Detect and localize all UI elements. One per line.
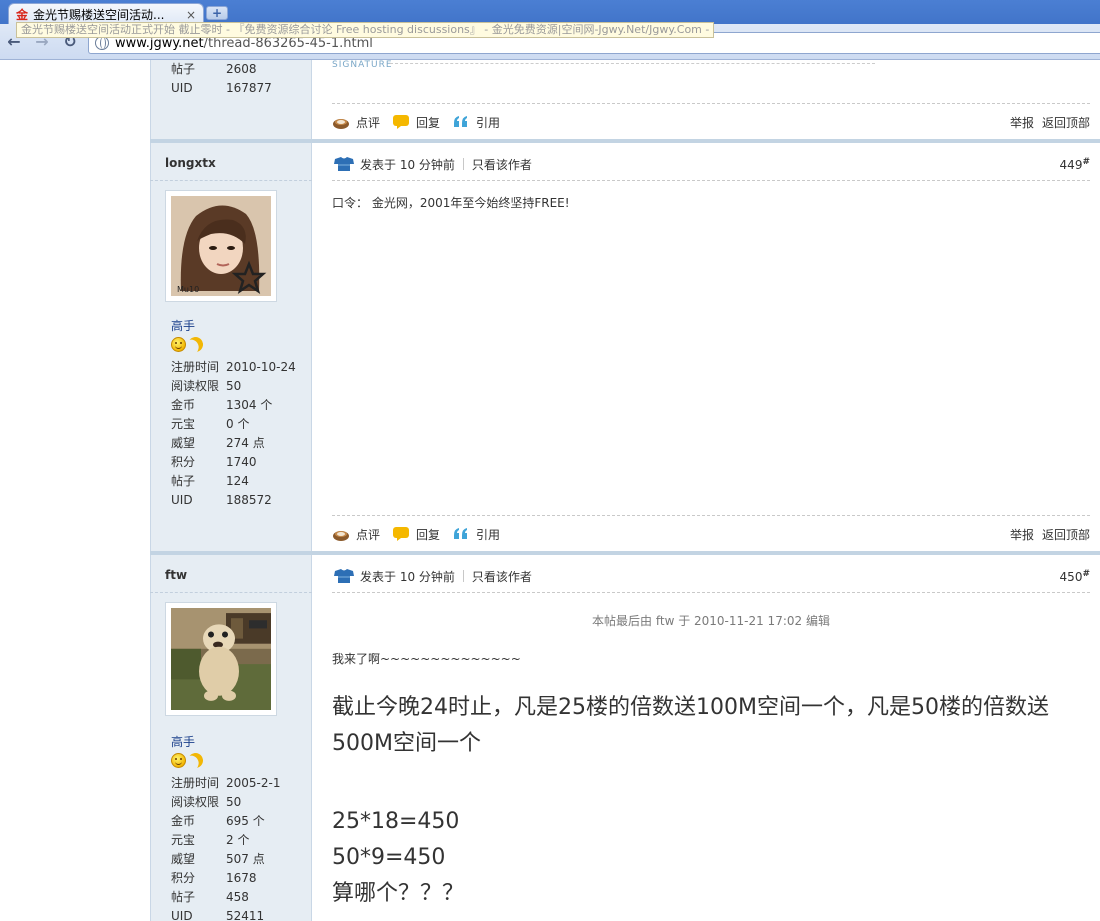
speech-bubble-icon <box>392 526 412 542</box>
user-stats: 注册时间 2005-2-1 阅读权限 50 金币 695 个 元宝 2 个 威望 507 … <box>171 774 311 921</box>
smiley-icon <box>171 753 186 768</box>
comment-button[interactable]: 点评 <box>332 114 380 131</box>
floor-number[interactable]: 450# <box>1060 569 1090 584</box>
quote-button[interactable]: 引用 <box>452 114 500 131</box>
post-body-question: 算哪个？？？ <box>332 881 465 906</box>
tab-strip: 金 金光节赐楼送空间活动... × + <box>0 0 1100 25</box>
stat-row: 阅读权限 50 <box>171 379 242 393</box>
stat-row: 积分 1678 <box>171 871 257 885</box>
username-divider <box>150 592 312 593</box>
comment-button[interactable]: 点评 <box>332 526 380 543</box>
user-stats: 注册时间 2010-10-24 阅读权限 50 金币 1304 个 元宝 0 个 威望 2… <box>171 358 311 510</box>
signature-divider <box>390 63 875 64</box>
signature-label: SIGNATURE <box>332 60 393 70</box>
back-to-top-link[interactable]: 返回顶部 <box>1042 114 1090 131</box>
post-time: 发表于 10 分钟前 <box>360 569 455 584</box>
rank-stars <box>171 753 211 769</box>
stat-row: 金币 695 个 <box>171 814 265 828</box>
post-author-username[interactable]: ftw <box>165 568 187 582</box>
stat-row: 注册时间 2010-10-24 <box>171 360 296 374</box>
tab-tooltip: 金光节赐楼送空间活动正式开始 截止零时 - 『免费资源综合讨论 Free hos… <box>16 22 715 38</box>
stat-row: 金币 1304 个 <box>171 398 273 412</box>
post-time: 发表于 10 分钟前 <box>360 157 455 172</box>
reply-button[interactable]: 回复 <box>392 114 440 131</box>
stat-row: 元宝 0 个 <box>171 417 250 431</box>
post-divider <box>332 103 1090 104</box>
quote-button[interactable]: 引用 <box>452 526 500 543</box>
post-actions: 点评 回复 引用 举报 返回顶部 <box>332 112 1090 132</box>
header-separator <box>462 570 464 582</box>
forum-thread-page: 帖子 2608 UID 167877 SIGNATURE 点评 回复 引用 举报 返… <box>0 60 1100 921</box>
stat-row: 威望 274 点 <box>171 436 265 450</box>
site-favicon-icon: 金 <box>15 7 28 22</box>
header-separator <box>462 158 464 170</box>
stat-row: 帖子 458 <box>171 890 249 904</box>
avatar-image: Mu10 <box>171 196 271 296</box>
post-header-divider <box>332 180 1090 181</box>
author-only-link[interactable]: 只看该作者 <box>472 568 532 585</box>
avatar[interactable] <box>165 602 277 716</box>
post-separator <box>150 551 1100 555</box>
post-body-calc-1: 25*18=450 <box>332 809 460 834</box>
speech-bubble-icon <box>392 114 412 130</box>
post-separator <box>150 139 1100 143</box>
report-link[interactable]: 举报 <box>1010 114 1034 131</box>
coffee-cup-icon <box>332 114 352 130</box>
post-body-line: 我来了啊~~~~~~~~~~~~~~ <box>332 652 521 666</box>
online-monitor-icon <box>332 567 356 585</box>
avatar-image <box>171 608 271 710</box>
top-user-stats: 帖子 2608 UID 167877 <box>171 60 311 98</box>
online-monitor-icon <box>332 155 356 173</box>
quote-icon <box>452 526 472 542</box>
floor-number[interactable]: 449# <box>1060 157 1090 172</box>
post-body-announcement: 截止今晚24时止，凡是25楼的倍数送100M空间一个，凡是50楼的倍数送500M… <box>332 695 1049 756</box>
post-body-calc-2: 50*9=450 <box>332 845 446 870</box>
post-body: 口令： 金光网，2001年至今始终坚持FREE! <box>332 196 570 210</box>
stat-row: 注册时间 2005-2-1 <box>171 776 281 790</box>
smiley-icon <box>171 337 186 352</box>
post-author-username[interactable]: longxtx <box>165 156 216 170</box>
post-header-divider <box>332 592 1090 593</box>
stat-row: 元宝 2 个 <box>171 833 250 847</box>
user-rank[interactable]: 高手 <box>171 317 195 334</box>
coffee-cup-icon <box>332 526 352 542</box>
post-actions-right: 举报 返回顶部 <box>1010 526 1090 543</box>
post-header: 发表于 10 分钟前 只看该作者 450# <box>332 565 1090 587</box>
tab-title: 金光节赐楼送空间活动... <box>33 8 165 22</box>
globe-icon <box>95 36 109 50</box>
moon-icon <box>186 751 205 770</box>
back-to-top-link[interactable]: 返回顶部 <box>1042 526 1090 543</box>
stat-row: 积分 1740 <box>171 455 257 469</box>
stat-row: 帖子 124 <box>171 474 249 488</box>
post-actions: 点评 回复 引用 举报 返回顶部 <box>332 524 1090 544</box>
new-tab-button[interactable]: + <box>206 6 228 20</box>
stat-row: 帖子 2608 <box>171 62 257 76</box>
stat-row: UID 52411 <box>171 909 265 921</box>
close-tab-icon[interactable]: × <box>185 8 197 22</box>
avatar[interactable]: Mu10 <box>165 190 277 302</box>
post-divider <box>332 515 1090 516</box>
moon-icon <box>186 335 205 354</box>
post-header: 发表于 10 分钟前 只看该作者 449# <box>332 153 1090 175</box>
reply-button[interactable]: 回复 <box>392 526 440 543</box>
author-only-link[interactable]: 只看该作者 <box>472 156 532 173</box>
post-actions-right: 举报 返回顶部 <box>1010 114 1090 131</box>
browser-chrome: 金 金光节赐楼送空间活动... × + ← → ↻ www.jgwy.net/t… <box>0 0 1100 60</box>
svg-text:Mu10: Mu10 <box>177 285 199 294</box>
report-link[interactable]: 举报 <box>1010 526 1034 543</box>
edit-note: 本帖最后由 ftw 于 2010-11-21 17:02 编辑 <box>592 614 830 628</box>
quote-icon <box>452 114 472 130</box>
stat-row: UID 188572 <box>171 493 272 507</box>
stat-row: UID 167877 <box>171 81 272 95</box>
username-divider <box>150 180 312 181</box>
stat-row: 阅读权限 50 <box>171 795 242 809</box>
user-rank[interactable]: 高手 <box>171 733 195 750</box>
stat-row: 威望 507 点 <box>171 852 265 866</box>
rank-stars <box>171 337 211 353</box>
